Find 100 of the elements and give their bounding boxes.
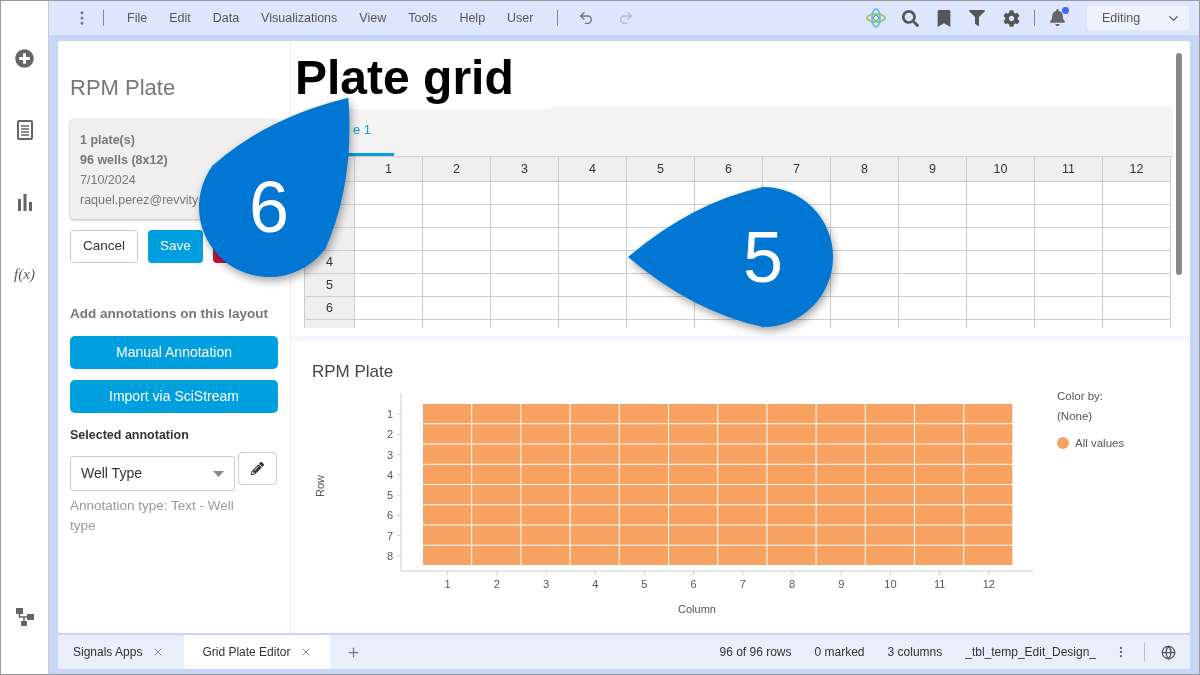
menu-item[interactable]: User (496, 8, 545, 28)
plate-well-cell[interactable] (899, 182, 967, 205)
scrollbar-thumb[interactable] (1176, 53, 1182, 275)
plate-well-cell[interactable] (899, 297, 967, 320)
legend-subtitle: (None) (1057, 409, 1094, 424)
settings-icon[interactable] (1003, 9, 1020, 27)
menu-item[interactable]: Tools (397, 8, 449, 28)
plate-well-cell[interactable] (899, 251, 967, 274)
plate-well-cell[interactable] (423, 182, 491, 205)
plate-well-cell[interactable] (831, 182, 899, 205)
plate-well-cell[interactable] (831, 297, 899, 320)
plate-well-cell[interactable] (967, 251, 1035, 274)
plate-well-cell[interactable] (967, 228, 1035, 251)
plate-well-cell[interactable] (899, 205, 967, 228)
plate-well-cell[interactable] (491, 228, 559, 251)
row-header: 6 (305, 297, 355, 320)
plate-well-cell[interactable] (899, 274, 967, 297)
plate-well-cell[interactable] (423, 274, 491, 297)
menu-item[interactable]: Edit (158, 8, 202, 28)
chart-title: RPM Plate (312, 361, 395, 383)
plate-well-cell[interactable] (559, 274, 627, 297)
plate-well-cell[interactable] (423, 205, 491, 228)
status-text: 96 of 96 rows (719, 644, 792, 661)
plate-well-cell[interactable] (1103, 228, 1171, 251)
menu-item[interactable]: File (116, 8, 159, 28)
plate-well-cell[interactable] (491, 251, 559, 274)
tick-label: 6 (386, 508, 393, 521)
plate-well-cell[interactable] (627, 182, 695, 205)
plate-well-cell[interactable] (355, 251, 423, 274)
plate-well-cell[interactable] (967, 274, 1035, 297)
plate-well-cell[interactable] (423, 297, 491, 320)
tick-label: 5 (386, 488, 393, 501)
tick-label: 8 (788, 577, 796, 590)
status-text: _tbl_temp_Edit_Design_ (965, 644, 1096, 661)
plate-well-cell[interactable] (1103, 297, 1171, 320)
tick-label: 11 (933, 577, 946, 590)
menu-item[interactable]: View (348, 8, 398, 28)
menu-item[interactable]: Visualizations (250, 8, 349, 28)
search-icon[interactable] (902, 9, 919, 27)
plate-well-cell[interactable] (559, 205, 627, 228)
document-icon[interactable] (16, 120, 33, 140)
menu-item[interactable]: Help (448, 8, 497, 28)
menu-item[interactable]: Data (201, 8, 251, 28)
annotation-type-text: Annotation type: Text - Well type (70, 497, 235, 535)
action-button[interactable]: Cancel (70, 230, 139, 263)
tick-label: 6 (690, 577, 697, 590)
plate-well-cell[interactable] (491, 205, 559, 228)
plate-well-cell[interactable] (1035, 251, 1103, 274)
column-header: 3 (491, 157, 559, 182)
globe-icon[interactable] (1161, 644, 1176, 660)
annotation-select[interactable]: Well Type (70, 456, 235, 491)
document-tab[interactable]: Signals Apps (71, 635, 185, 669)
document-tab[interactable]: Grid Plate Editor (184, 635, 331, 669)
plate-well-cell[interactable] (355, 182, 423, 205)
column-header: 4 (559, 157, 627, 182)
plate-well-cell[interactable] (1035, 274, 1103, 297)
plate-well-cell[interactable] (559, 251, 627, 274)
plate-well-cell[interactable] (423, 228, 491, 251)
plate-well-cell[interactable] (1035, 228, 1103, 251)
tick-label: 1 (444, 577, 451, 590)
plate-well-cell[interactable] (1103, 274, 1171, 297)
plate-well-cell[interactable] (559, 182, 627, 205)
plate-well-cell[interactable] (491, 274, 559, 297)
plate-well-cell[interactable] (1035, 182, 1103, 205)
plate-well-cell[interactable] (899, 228, 967, 251)
plate-well-cell[interactable] (559, 228, 627, 251)
plate-well-cell[interactable] (1035, 205, 1103, 228)
undo-icon[interactable] (577, 10, 594, 26)
plate-well-cell[interactable] (355, 297, 423, 320)
plate-well-cell[interactable] (1035, 297, 1103, 320)
plate-well-cell[interactable] (355, 228, 423, 251)
plate-well-cell[interactable] (831, 205, 899, 228)
mode-dropdown[interactable]: Editing (1087, 6, 1189, 30)
plate-well-cell[interactable] (491, 297, 559, 320)
plate-well-cell[interactable] (1103, 182, 1171, 205)
notification-bell-icon[interactable] (1049, 9, 1067, 27)
plate-well-cell[interactable] (355, 274, 423, 297)
plate-well-cell[interactable] (1103, 205, 1171, 228)
atom-icon[interactable] (866, 8, 886, 28)
plate-well-cell[interactable] (559, 297, 627, 320)
bar-chart-icon[interactable] (15, 193, 34, 211)
add-tab-icon[interactable] (346, 644, 362, 660)
plate-well-cell[interactable] (967, 297, 1035, 320)
plate-well-cell[interactable] (355, 205, 423, 228)
add-icon[interactable] (15, 48, 34, 68)
flow-icon[interactable] (14, 607, 35, 627)
formula-icon[interactable]: f(x) (14, 262, 35, 286)
selected-annotation-label: Selected annotation (70, 427, 190, 445)
plate-well-cell[interactable] (423, 251, 491, 274)
plate-info-line: 96 wells (8x12) (80, 152, 169, 169)
plate-well-cell[interactable] (1103, 251, 1171, 274)
plate-well-cell[interactable] (831, 274, 899, 297)
column-header: 12 (1103, 157, 1171, 182)
edit-annotation-button[interactable] (238, 452, 277, 485)
tick-label: 10 (884, 577, 897, 590)
filter-icon[interactable] (969, 10, 985, 26)
plate-well-cell[interactable] (967, 182, 1035, 205)
plate-well-cell[interactable] (967, 205, 1035, 228)
bookmark-icon[interactable] (937, 9, 951, 27)
plate-well-cell[interactable] (491, 182, 559, 205)
